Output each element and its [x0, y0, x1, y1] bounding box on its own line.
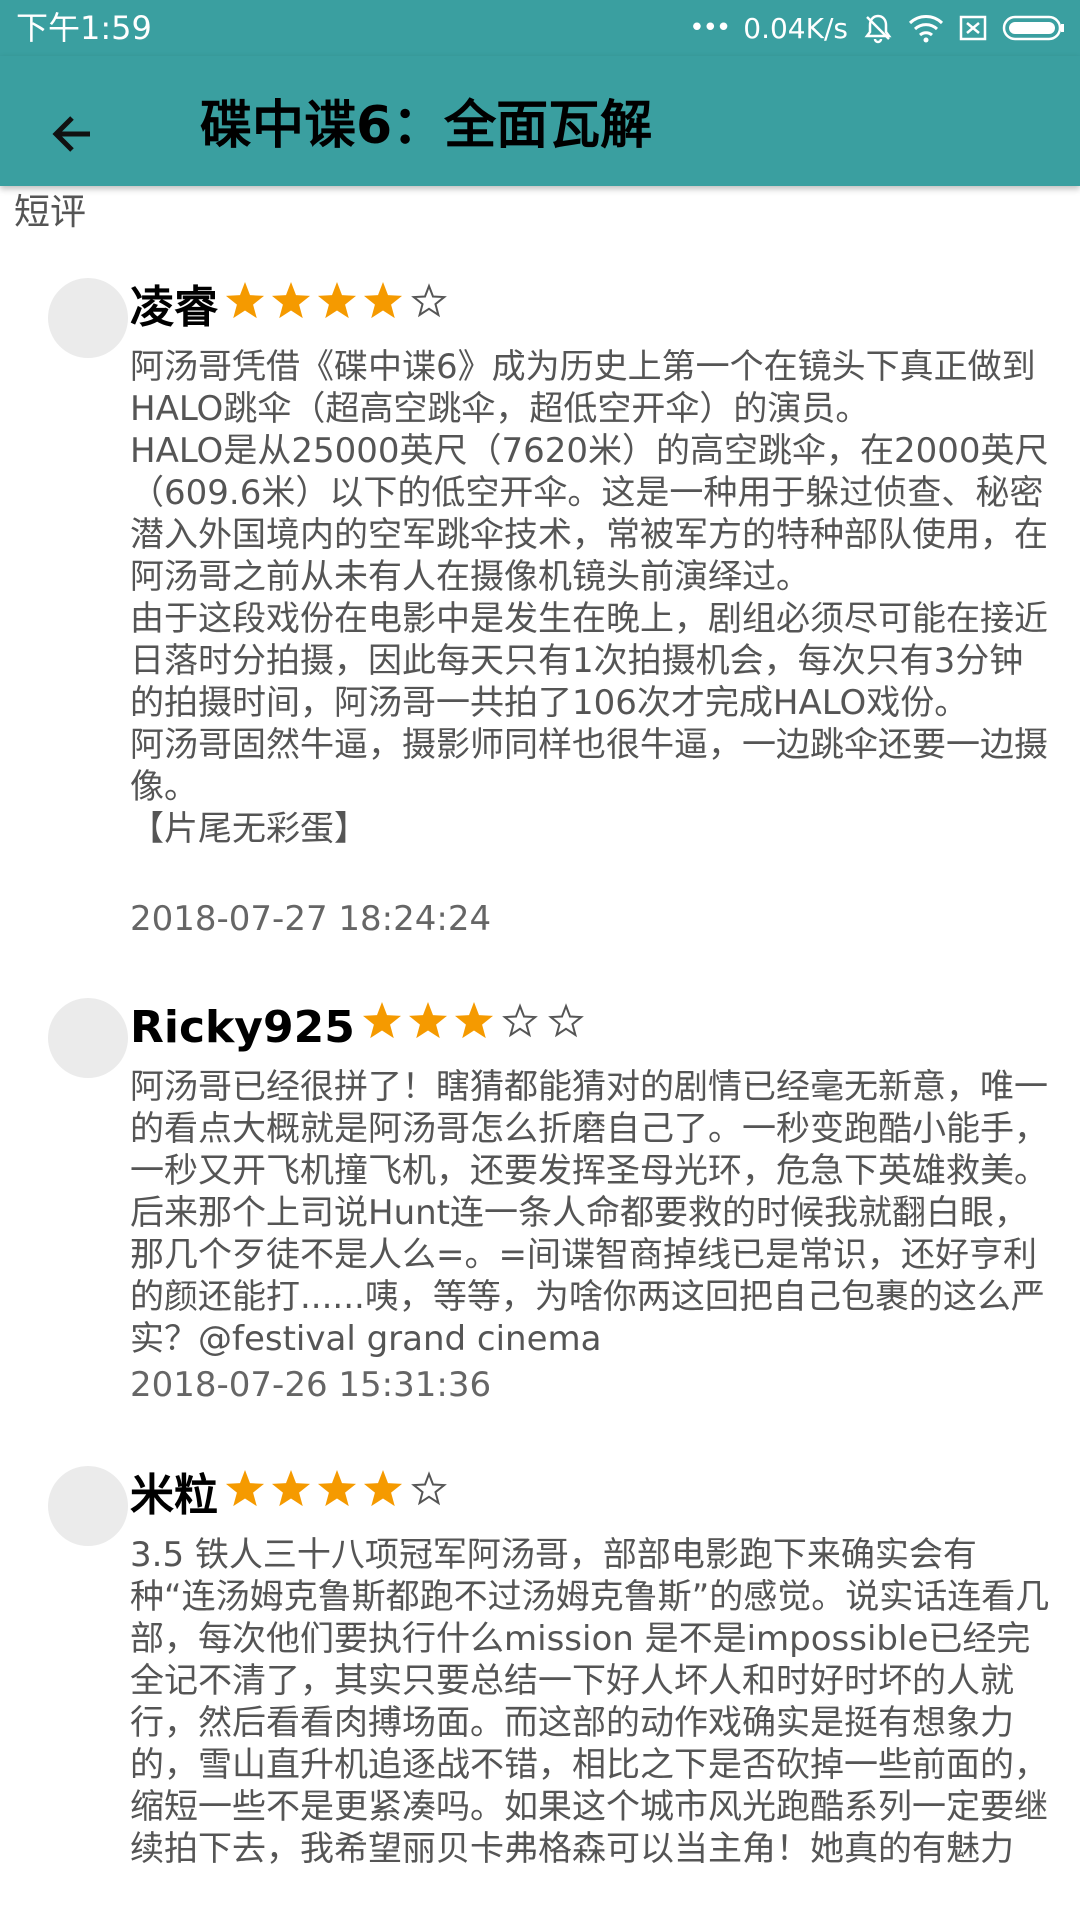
star-filled-icon: [363, 1470, 403, 1507]
avatar[interactable]: [48, 1466, 128, 1546]
review-text: 阿汤哥已经很拼了！瞎猜都能猜对的剧情已经毫无新意，唯一的看点大概就是阿汤哥怎么折…: [130, 1067, 1048, 1359]
arrow-left-icon: [52, 116, 90, 152]
battery-icon: [1002, 14, 1066, 42]
star-filled-icon: [362, 1002, 401, 1039]
network-speed: 0.04K/s: [743, 11, 848, 45]
status-time: 下午1:59: [16, 9, 152, 47]
star-rating: [222, 1466, 452, 1512]
avatar[interactable]: [48, 278, 128, 358]
review-text: 3.5 铁人三十八项冠军阿汤哥，部部电影跑下来确实会有种“连汤姆克鲁斯都跑不过汤…: [130, 1535, 1050, 1869]
page-title: 碟中谍6：全面瓦解: [200, 96, 653, 156]
reviewer-name: 米粒: [130, 1470, 218, 1521]
star-empty-icon: [411, 283, 447, 318]
star-filled-icon: [408, 1002, 447, 1039]
review-text: 阿汤哥凭借《碟中谍6》成为历史上第一个在镜头下真正做到HALO跳伞（超高空跳伞，…: [130, 347, 1049, 849]
star-filled-icon: [317, 282, 357, 319]
star-filled-icon: [317, 1470, 357, 1507]
star-rating: [359, 998, 589, 1044]
review-date: 2018-07-27 18:24:24: [130, 899, 492, 939]
wifi-icon: [908, 13, 944, 43]
app-bar: 碟中谍6：全面瓦解: [0, 56, 1080, 186]
more-dots: •••: [689, 13, 731, 43]
star-filled-icon: [271, 1470, 311, 1507]
review-header: Ricky925: [130, 998, 589, 1058]
review-header: 米粒: [130, 1466, 452, 1526]
star-empty-icon: [547, 1003, 584, 1038]
status-icons: ••• 0.04K/s: [689, 8, 1066, 48]
star-filled-icon: [225, 1470, 265, 1507]
star-filled-icon: [271, 282, 311, 319]
reviewer-name: 凌睿: [130, 282, 218, 333]
star-filled-icon: [454, 1002, 493, 1039]
star-empty-icon: [411, 1471, 447, 1506]
status-bar: 下午1:59 ••• 0.04K/s: [0, 0, 1080, 56]
avatar[interactable]: [48, 998, 128, 1078]
star-rating: [222, 278, 452, 324]
review-date: 2018-07-26 15:31:36: [130, 1365, 492, 1405]
star-filled-icon: [363, 282, 403, 319]
mute-icon: [862, 12, 894, 44]
reviewer-name: Ricky925: [130, 1002, 355, 1053]
back-button[interactable]: [36, 98, 108, 170]
star-filled-icon: [225, 282, 265, 319]
star-empty-icon: [501, 1003, 538, 1038]
review-header: 凌睿: [130, 278, 452, 338]
section-label: 短评: [14, 192, 87, 233]
sim-icon: [958, 13, 988, 43]
